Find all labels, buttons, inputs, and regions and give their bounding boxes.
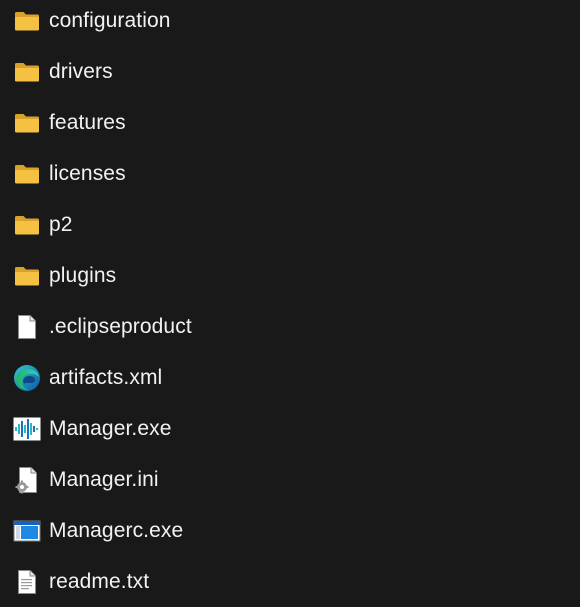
item-name: plugins bbox=[49, 263, 117, 287]
waveform-app-icon bbox=[13, 415, 41, 443]
item-name: Managerc.exe bbox=[49, 518, 184, 542]
item-name: artifacts.xml bbox=[49, 365, 163, 389]
item-name: Manager.exe bbox=[49, 416, 172, 440]
list-item-p2[interactable]: p2 bbox=[0, 199, 580, 250]
list-item-artifacts-xml[interactable]: artifacts.xml bbox=[0, 352, 580, 403]
list-item-manager-ini[interactable]: Manager.ini bbox=[0, 454, 580, 505]
item-name: configuration bbox=[49, 8, 171, 32]
list-item-configuration[interactable]: configuration bbox=[0, 0, 580, 46]
list-item-readme-txt[interactable]: readme.txt bbox=[0, 556, 580, 607]
blank-file-icon bbox=[13, 313, 41, 341]
list-item-drivers[interactable]: drivers bbox=[0, 46, 580, 97]
list-item-eclipseproduct[interactable]: .eclipseproduct bbox=[0, 301, 580, 352]
list-item-licenses[interactable]: licenses bbox=[0, 148, 580, 199]
item-name: p2 bbox=[49, 212, 73, 236]
folder-icon bbox=[13, 109, 41, 137]
item-name: readme.txt bbox=[49, 569, 150, 593]
folder-icon bbox=[13, 211, 41, 239]
list-item-features[interactable]: features bbox=[0, 97, 580, 148]
console-app-icon bbox=[13, 517, 41, 545]
folder-icon bbox=[13, 160, 41, 188]
text-file-icon bbox=[13, 568, 41, 596]
item-name: Manager.ini bbox=[49, 467, 159, 491]
folder-icon bbox=[13, 262, 41, 290]
folder-icon bbox=[13, 58, 41, 86]
list-item-plugins[interactable]: plugins bbox=[0, 250, 580, 301]
item-name: drivers bbox=[49, 59, 113, 83]
list-item-manager-exe[interactable]: Manager.exe bbox=[0, 403, 580, 454]
item-name: features bbox=[49, 110, 126, 134]
list-item-managerc-exe[interactable]: Managerc.exe bbox=[0, 505, 580, 556]
edge-browser-icon bbox=[13, 364, 41, 392]
settings-file-icon bbox=[13, 466, 41, 494]
file-list: configuration drivers features licenses bbox=[0, 0, 580, 600]
folder-icon bbox=[13, 7, 41, 35]
item-name: .eclipseproduct bbox=[49, 314, 192, 338]
item-name: licenses bbox=[49, 161, 126, 185]
